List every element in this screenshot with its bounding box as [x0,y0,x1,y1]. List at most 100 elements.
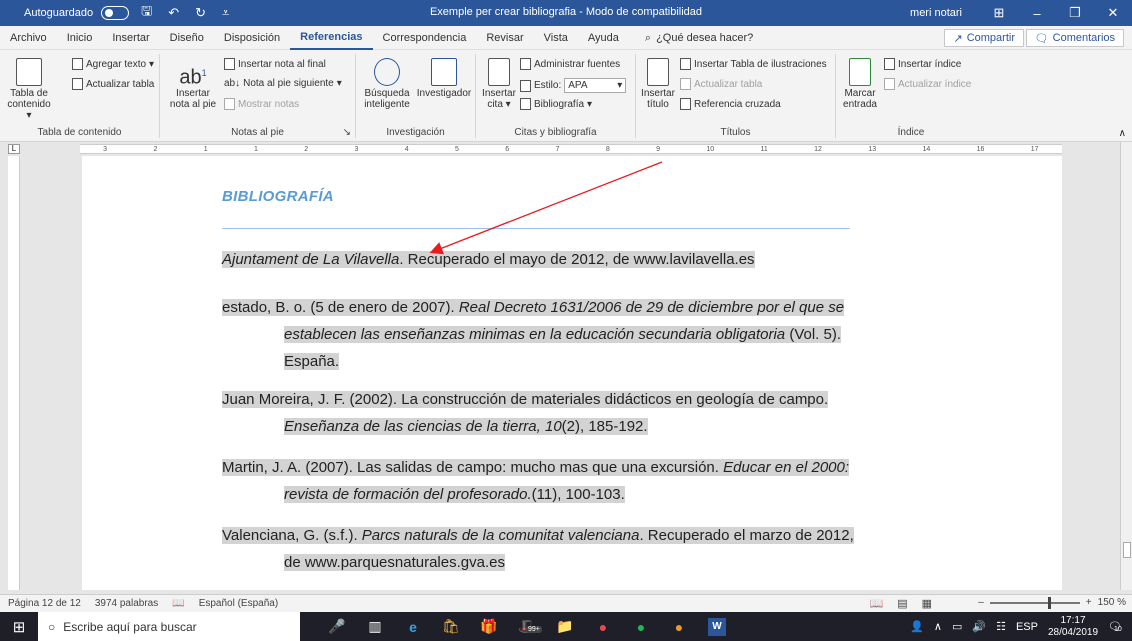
tell-me-search[interactable]: ⌕ ¿Qué desea hacer? [635,26,763,50]
researcher-button[interactable]: Investigador [416,58,472,99]
customize-toolbar-icon[interactable]: ⩡ [218,5,233,21]
dialog-launcher-icon[interactable]: ↘ [343,127,351,138]
taskbar-search[interactable]: ○ Escribe aquí para buscar [38,612,300,641]
citation-style-select[interactable]: APA ▾ [564,78,627,93]
table-of-contents-button[interactable]: Tabla de contenido ▾ [4,58,54,121]
ribbon-display-options-icon[interactable]: ⊞ [980,0,1018,26]
hat-app-icon[interactable]: 🎩99+ [518,618,542,636]
spotify-icon[interactable]: ● [632,618,650,636]
annotation-arrow [429,161,663,255]
people-icon[interactable]: 👤 [910,620,924,633]
show-hidden-icons-icon[interactable]: ∧ [934,620,942,633]
scrollbar-thumb[interactable] [1123,542,1131,558]
chrome-icon[interactable]: ● [594,618,612,636]
autosave-toggle[interactable] [101,6,130,20]
undo-icon[interactable]: ↶ [164,5,183,21]
chrome-canary-icon[interactable]: ● [670,618,688,636]
bibliography-button[interactable]: Bibliografía ▾ [520,98,592,110]
input-language[interactable]: ESP [1016,621,1038,633]
edge-browser-icon[interactable]: e [404,618,422,636]
add-text-button[interactable]: Agregar texto ▾ [72,58,154,70]
collapse-ribbon-icon[interactable]: ∧ [1119,128,1126,139]
zoom-in-button[interactable]: + [1086,597,1092,608]
read-mode-icon[interactable]: 📖 [869,597,883,610]
microphone-icon[interactable]: 🎤 [328,618,346,636]
word-count[interactable]: 3974 palabras [95,598,158,609]
cross-reference-button[interactable]: Referencia cruzada [680,98,781,110]
save-icon[interactable]: 🖫 [137,2,156,24]
language-indicator[interactable]: Español (España) [199,598,279,609]
word-icon[interactable]: W [708,617,726,636]
insert-table-figures-button[interactable]: Insertar Tabla de ilustraciones [680,58,827,70]
share-button[interactable]: ↗ Compartir [944,29,1024,47]
file-explorer-icon[interactable]: 📁 [556,618,574,636]
zoom-slider[interactable] [989,596,1080,609]
tab-inicio[interactable]: Inicio [57,26,103,50]
tab-insertar[interactable]: Insertar [102,26,159,50]
insert-index-icon [884,58,895,70]
ribbon: Tabla de contenido ▾ Agregar texto ▾ Act… [0,50,1132,142]
zoom-level[interactable]: 150 % [1098,597,1126,608]
proofing-icon[interactable]: 📖 [172,598,184,609]
group-label-toc: Tabla de contenido [37,127,122,138]
windows-start-icon[interactable]: ⊞ [0,612,38,641]
tab-referencias[interactable]: Referencias [290,26,373,50]
clock[interactable]: 17:17 28/04/2019 [1048,615,1098,639]
manage-sources-button[interactable]: Administrar fuentes [520,58,620,70]
tab-revisar[interactable]: Revisar [476,26,533,50]
web-layout-icon[interactable]: ▦ [922,597,932,610]
researcher-icon [431,58,457,86]
tab-correspondencia[interactable]: Correspondencia [373,26,477,50]
store-icon[interactable]: 🛍 [442,618,460,636]
group-label-citations: Citas y bibliografía [514,127,597,138]
group-label-index: Índice [897,127,925,138]
update-index-icon [884,78,895,90]
smart-lookup-button[interactable]: Búsqueda inteligente [362,58,412,110]
tab-selector[interactable]: L [8,144,20,154]
print-layout-icon[interactable]: ▤ [897,597,907,610]
tab-archivo[interactable]: Archivo [0,26,57,50]
update-table-figures-button[interactable]: Actualizar tabla [680,78,762,90]
vertical-scrollbar[interactable] [1120,142,1132,590]
notifications-icon[interactable]: 🗨 10 [1108,620,1122,633]
mark-entry-button[interactable]: Marcar entrada [840,58,880,110]
group-footnotes: ab1 Insertar nota al pie Insertar nota a… [160,54,356,138]
tab-vista[interactable]: Vista [534,26,578,50]
insert-index-button[interactable]: Insertar índice [884,58,961,70]
update-index-button[interactable]: Actualizar índice [884,78,971,90]
autosave-label: Autoguardado [24,7,94,19]
zoom-out-button[interactable]: – [978,597,984,608]
update-table-button[interactable]: Actualizar tabla [72,78,154,90]
tab-diseno[interactable]: Diseño [160,26,214,50]
manage-sources-icon [520,58,531,70]
page-count[interactable]: Página 12 de 12 [8,598,81,609]
close-icon[interactable]: ✕ [1094,0,1132,26]
mark-entry-icon [849,58,871,86]
zoom-control: – + 150 % [978,596,1126,609]
show-notes-button[interactable]: Mostrar notas [224,98,299,110]
minimize-icon[interactable]: – [1018,0,1056,26]
quick-access-toolbar: Autoguardado 🖫 ↶ ↻ ⩡ [0,2,233,24]
user-name[interactable]: meri notari [910,7,962,19]
insert-citation-icon [488,58,510,86]
citation-style: Estilo: APA ▾ [520,78,627,93]
tab-ayuda[interactable]: Ayuda [578,26,629,50]
comments-button[interactable]: 🗨 Comentarios [1025,29,1124,47]
next-footnote-button[interactable]: ab↓ Nota al pie siguiente ▾ [224,78,342,89]
redo-icon[interactable]: ↻ [191,5,210,21]
volume-icon[interactable]: 🔊 [972,620,986,633]
gift-icon[interactable]: 🎁 [480,618,498,636]
wifi-icon[interactable]: ☷ [996,620,1006,633]
windows-taskbar: ⊞ ○ Escribe aquí para buscar 🎤 ▥ e 🛍 🎁 🎩… [0,612,1132,641]
insert-caption-button[interactable]: Insertar título [640,58,676,110]
task-view-icon[interactable]: ▥ [366,618,384,636]
insert-footnote-button[interactable]: ab1 Insertar nota al pie [168,58,218,110]
tab-disposicion[interactable]: Disposición [214,26,290,50]
group-captions: Insertar título Insertar Tabla de ilustr… [636,54,836,138]
ribbon-tabs: Archivo Inicio Insertar Diseño Disposici… [0,26,1132,50]
battery-icon[interactable]: ▭ [952,620,962,633]
restore-icon[interactable]: ❐ [1056,0,1094,26]
insert-citation-button[interactable]: Insertar cita ▾ [480,58,518,110]
ruler-scale[interactable]: 3 2 1 1 2 3 4 5 6 7 8 9 10 11 12 13 14 1… [80,144,1062,154]
insert-endnote-button[interactable]: Insertar nota al final [224,58,326,70]
